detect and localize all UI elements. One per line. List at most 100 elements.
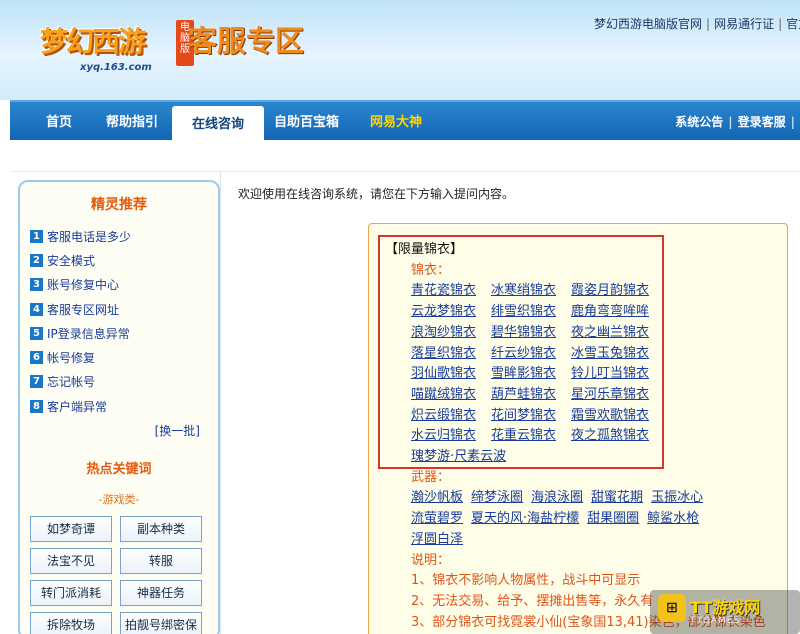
jinyi-label: 锦衣： bbox=[411, 262, 451, 278]
recommend-link[interactable]: 安全模式 bbox=[47, 252, 95, 269]
keyword-button[interactable]: 如梦奇谭 bbox=[30, 516, 112, 542]
weapon-link[interactable]: 缔梦泳圈 bbox=[471, 488, 523, 509]
tab-help[interactable]: 帮助指引 bbox=[106, 111, 158, 130]
keyword-button[interactable]: 神器任务 bbox=[120, 580, 202, 606]
hot-keywords-title: 热点关键词 bbox=[86, 462, 152, 477]
jinyi-row: 水云归锦衣 花重云锦衣 夜之孤煞锦衣 bbox=[385, 426, 766, 447]
keyword-button[interactable]: 法宝不见 bbox=[30, 548, 112, 574]
item-number: 3 bbox=[30, 278, 43, 292]
costume-link[interactable]: 碧华锦锦衣 bbox=[491, 323, 563, 344]
tab-home[interactable]: 首页 bbox=[46, 111, 72, 130]
costume-link[interactable]: 炽云缎锦衣 bbox=[411, 406, 483, 427]
recommend-link[interactable]: 帐号修复 bbox=[47, 349, 95, 366]
answer-content: 【限量锦衣】 锦衣： 青花瓷锦衣 冰寒绡锦衣 霞姿月韵锦衣 云龙梦锦衣 绯雪织锦衣 鹿角… bbox=[385, 240, 766, 633]
weapon-link[interactable]: 甜果圈圈 bbox=[587, 509, 639, 530]
weapon-link[interactable]: 瀚沙帆板 bbox=[411, 488, 463, 509]
jinyi-row: 羽仙歌锦衣 雪眸影锦衣 铃儿叮当锦衣 bbox=[385, 364, 766, 385]
jinyi-row: 云龙梦锦衣 绯雪织锦衣 鹿角弯弯哞哞 bbox=[385, 302, 766, 323]
keyword-button[interactable]: 副本种类 bbox=[120, 516, 202, 542]
jinyi-row: 瑰梦游·尺素云波 bbox=[385, 447, 766, 468]
costume-link[interactable]: 夜之幽兰锦衣 bbox=[571, 323, 649, 344]
list-item: 3 账号修复中心 bbox=[30, 273, 218, 297]
weapon-row: 浮圆白泽 bbox=[385, 530, 766, 551]
recommend-link[interactable]: 客户端异常 bbox=[47, 398, 107, 415]
recommend-link[interactable]: 账号修复中心 bbox=[47, 276, 119, 293]
weapon-link[interactable]: 流萤碧罗 bbox=[411, 509, 463, 530]
top-link-passport[interactable]: 网易通行证 bbox=[714, 17, 774, 31]
tab-online-consult[interactable]: 在线咨询 bbox=[172, 106, 265, 142]
top-link-more[interactable]: 官方 bbox=[786, 17, 800, 31]
nav-right-links: 系统公告 | 登录客服 | bbox=[675, 115, 795, 129]
sidebar-title: 精灵推荐 bbox=[91, 197, 147, 213]
tab-self-service[interactable]: 自助百宝箱 bbox=[274, 111, 339, 130]
weapon-link[interactable]: 海浪泳圈 bbox=[531, 488, 583, 509]
top-link-official[interactable]: 梦幻西游电脑版官网 bbox=[594, 17, 702, 31]
list-item: 7 忘记帐号 bbox=[30, 370, 218, 394]
costume-link[interactable]: 云龙梦锦衣 bbox=[411, 302, 483, 323]
costume-link[interactable]: 鹿角弯弯哞哞 bbox=[571, 302, 649, 323]
keyword-button[interactable]: 拍靓号绑密保 bbox=[120, 612, 202, 634]
costume-link[interactable]: 羽仙歌锦衣 bbox=[411, 364, 483, 385]
item-number: 6 bbox=[30, 351, 43, 365]
list-item: 8 客户端异常 bbox=[30, 394, 218, 418]
costume-link[interactable]: 绯雪织锦衣 bbox=[491, 302, 563, 323]
costume-link[interactable]: 雪眸影锦衣 bbox=[491, 364, 563, 385]
costume-link[interactable]: 夜之孤煞锦衣 bbox=[571, 426, 649, 447]
recommend-link[interactable]: IP登录信息异常 bbox=[47, 325, 130, 342]
keyword-button[interactable]: 转门派消耗 bbox=[30, 580, 112, 606]
list-item: 4 客服专区网址 bbox=[30, 297, 218, 321]
item-number: 5 bbox=[30, 326, 43, 340]
login-support-link[interactable]: 登录客服 bbox=[738, 115, 786, 129]
costume-link[interactable]: 喵蹴绒锦衣 bbox=[411, 385, 483, 406]
costume-link[interactable]: 浪淘纱锦衣 bbox=[411, 323, 483, 344]
weapon-link[interactable]: 夏天的风·海盐柠檬 bbox=[471, 509, 579, 530]
keyword-button[interactable]: 转服 bbox=[120, 548, 202, 574]
jinyi-row: 喵蹴绒锦衣 葫芦蛙锦衣 星河乐章锦衣 bbox=[385, 385, 766, 406]
weapon-link[interactable]: 鲸鲨水枪 bbox=[647, 509, 699, 530]
notes-label: 说明： bbox=[411, 552, 451, 568]
logo-url: xyq.163.com bbox=[80, 62, 152, 73]
top-links: 梦幻西游电脑版官网|网易通行证|官方 bbox=[594, 15, 800, 32]
costume-link[interactable]: 星河乐章锦衣 bbox=[571, 385, 649, 406]
costume-link[interactable]: 葫芦蛙锦衣 bbox=[491, 385, 563, 406]
welcome-text: 欢迎使用在线咨询系统，请您在下方输入提问内容。 bbox=[238, 187, 515, 201]
item-number: 4 bbox=[30, 302, 43, 316]
weapon-link[interactable]: 甜蜜花期 bbox=[591, 488, 643, 509]
costume-link[interactable]: 冰雪玉兔锦衣 bbox=[571, 344, 649, 365]
weapon-link[interactable]: 玉振冰心 bbox=[651, 488, 703, 509]
costume-link[interactable]: 水云归锦衣 bbox=[411, 426, 483, 447]
costume-link[interactable]: 冰寒绡锦衣 bbox=[491, 281, 563, 302]
costume-link[interactable]: 花间梦锦衣 bbox=[491, 406, 563, 427]
nav-sub-strip bbox=[10, 140, 800, 172]
costume-link[interactable]: 纤云纱锦衣 bbox=[491, 344, 563, 365]
costume-link[interactable]: 霞姿月韵锦衣 bbox=[571, 281, 649, 302]
list-item: 6 帐号修复 bbox=[30, 345, 218, 369]
costume-link[interactable]: 青花瓷锦衣 bbox=[411, 281, 483, 302]
costume-link[interactable]: 瑰梦游·尺素云波 bbox=[411, 447, 506, 468]
jinyi-row: 落星织锦衣 纤云纱锦衣 冰雪玉兔锦衣 bbox=[385, 344, 766, 365]
keyword-button[interactable]: 拆除牧场 bbox=[30, 612, 112, 634]
game-logo[interactable]: 梦幻西游 电脑版 xyq.163.com bbox=[18, 6, 194, 73]
refresh-batch-link[interactable]: [换一批] bbox=[155, 422, 200, 439]
gamepad-icon: ⊞ bbox=[658, 594, 686, 622]
sidebar: 精灵推荐 1 客服电话是多少 2 安全模式 3 账号修复中心 4 客服专区网址 5 IP登… bbox=[18, 180, 220, 634]
costume-link[interactable]: 花重云锦衣 bbox=[491, 426, 563, 447]
item-number: 7 bbox=[30, 375, 43, 389]
recommend-link[interactable]: 客服专区网址 bbox=[47, 301, 119, 318]
list-item: 2 安全模式 bbox=[30, 248, 218, 272]
recommend-list: 1 客服电话是多少 2 安全模式 3 账号修复中心 4 客服专区网址 5 IP登录信息异常… bbox=[20, 224, 218, 418]
site-watermark: ⊞ TT游戏网 TTGAMES bbox=[650, 590, 800, 634]
costume-link[interactable]: 铃儿叮当锦衣 bbox=[571, 364, 649, 385]
costume-link[interactable]: 霜雪欢歌锦衣 bbox=[571, 406, 649, 427]
header: 梦幻西游 电脑版 xyq.163.com 客服专区 梦幻西游电脑版官网 | 网易通行… bbox=[0, 0, 800, 100]
jinyi-row: 炽云缎锦衣 花间梦锦衣 霜雪欢歌锦衣 bbox=[385, 406, 766, 427]
weapon-label: 武器： bbox=[411, 469, 451, 485]
recommend-link[interactable]: 客服电话是多少 bbox=[47, 228, 131, 245]
announcement-link[interactable]: 系统公告 bbox=[675, 115, 723, 129]
item-number: 8 bbox=[30, 399, 43, 413]
costume-link[interactable]: 落星织锦衣 bbox=[411, 344, 483, 365]
recommend-link[interactable]: 忘记帐号 bbox=[47, 373, 95, 390]
hot-keywords-category: -游戏类- bbox=[98, 493, 140, 506]
tab-netease-dashen[interactable]: 网易大神 bbox=[370, 111, 422, 130]
weapon-link[interactable]: 浮圆白泽 bbox=[411, 530, 463, 551]
